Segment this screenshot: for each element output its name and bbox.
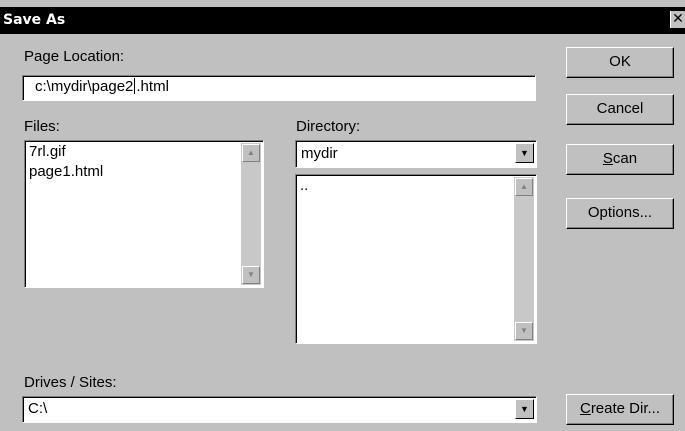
close-icon[interactable]: ✕ [670,11,685,28]
dialog-title: Save As [3,12,66,28]
scroll-up-icon[interactable]: ▲ [242,144,260,162]
files-label: Files: [24,118,60,135]
file-item[interactable]: page1.html [29,163,103,180]
directory-list[interactable]: .. ▲ ▼ [295,174,537,344]
directory-selected: mydir [301,145,338,162]
create-dir-label: reate Dir... [590,400,661,417]
options-button[interactable]: Options... [566,198,674,229]
scan-button[interactable]: Scan [566,144,674,175]
scroll-down-icon[interactable]: ▼ [515,322,533,340]
scan-mnemonic: S [602,150,613,167]
files-list[interactable]: 7rl.gif page1.html ▲ ▼ [24,140,264,288]
dropdown-arrow-icon[interactable]: ▼ [515,143,534,163]
page-location-value-end: .html [136,78,169,95]
scroll-down-icon[interactable]: ▼ [242,266,260,284]
page-location-value-start: c:\mydir\page2 [35,78,134,95]
scan-label: can [612,150,638,167]
drives-selected: C:\ [28,400,48,417]
scroll-up-icon[interactable]: ▲ [515,178,533,196]
title-bar: Save As ✕ [0,7,685,34]
page-location-input[interactable]: c:\mydir\page2 .html [22,75,536,101]
save-as-dialog: Save As ✕ Page Location: c:\mydir\page2.… [0,0,685,431]
cancel-button[interactable]: Cancel [566,94,674,125]
drives-label: Drives / Sites: [24,374,117,391]
page-location-label: Page Location: [24,48,125,65]
files-scrollbar[interactable]: ▲ ▼ [241,143,261,285]
dropdown-arrow-icon[interactable]: ▼ [515,399,534,419]
directory-scrollbar[interactable]: ▲ ▼ [514,177,534,341]
directory-item[interactable]: .. [300,177,308,194]
directory-dropdown[interactable]: mydir ▼ [295,140,537,168]
file-item[interactable]: 7rl.gif [29,143,66,160]
create-dir-mnemonic: C [579,400,591,417]
directory-label: Directory: [296,118,361,135]
create-dir-button[interactable]: Create Dir... [566,394,674,425]
drives-dropdown[interactable]: C:\ ▼ [22,396,537,423]
ok-button[interactable]: OK [566,47,674,78]
